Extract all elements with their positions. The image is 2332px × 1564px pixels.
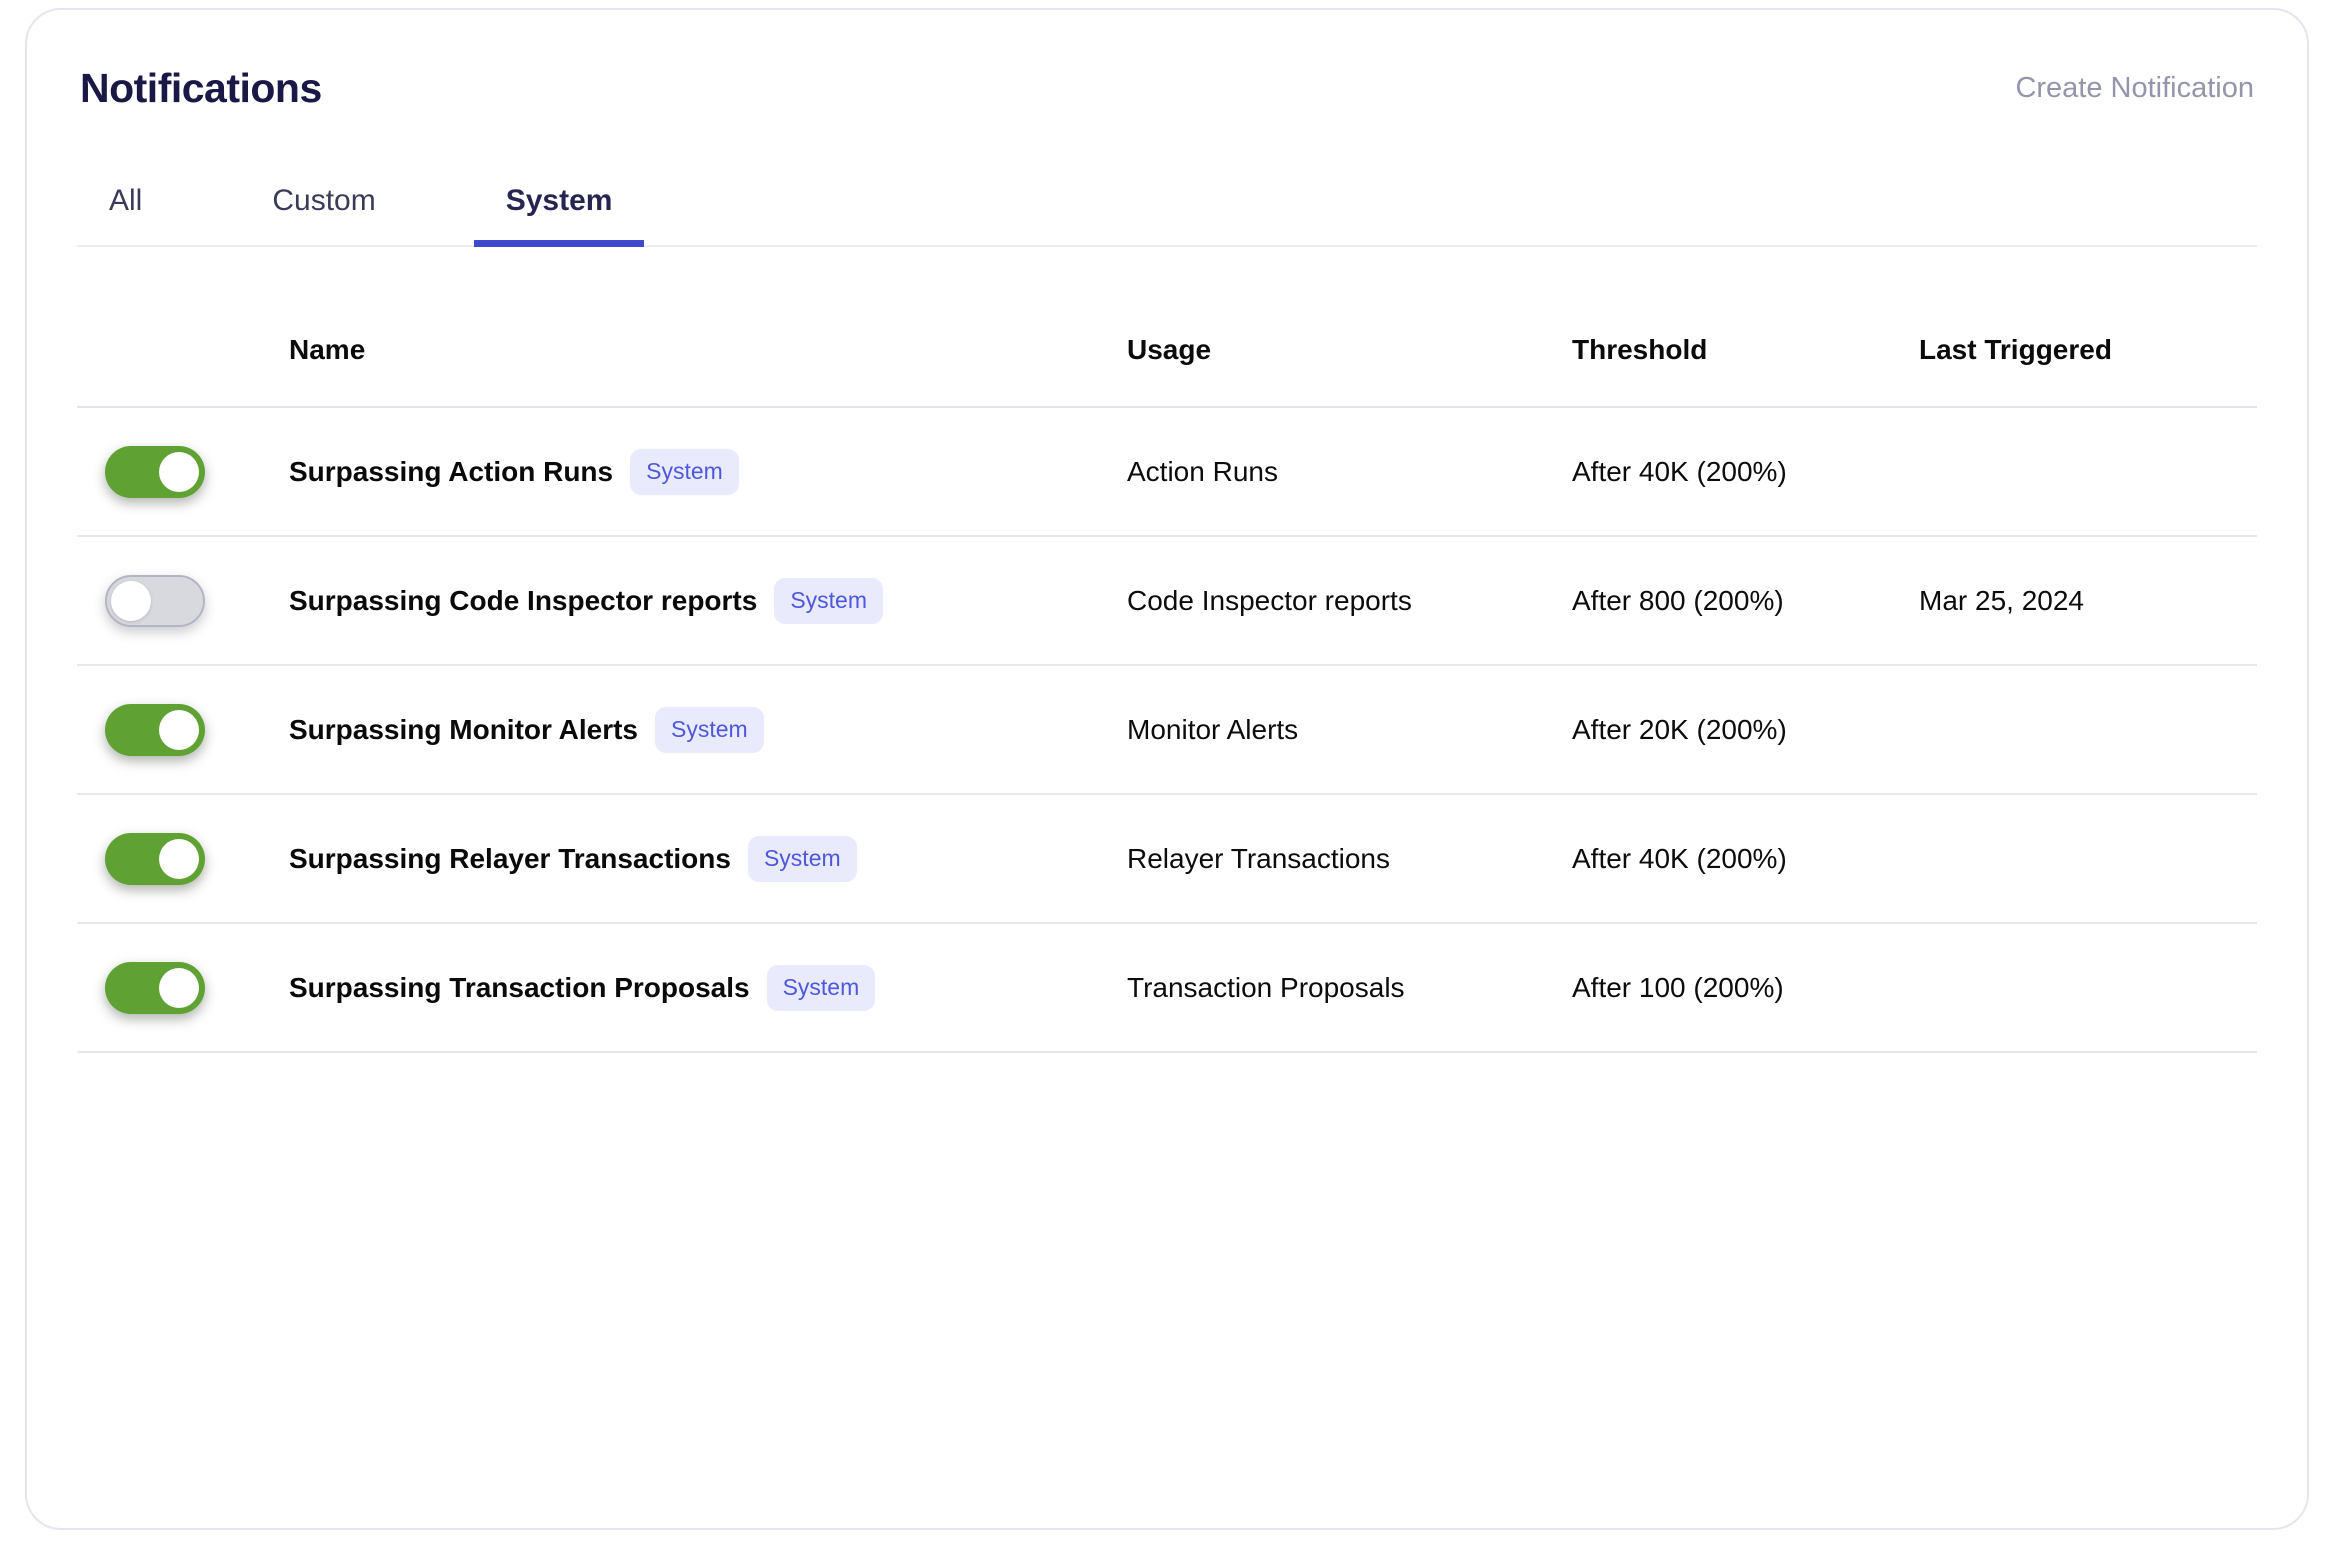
create-notification-button[interactable]: Create Notification — [2015, 72, 2254, 105]
threshold-cell: After 20K (200%) — [1572, 713, 1787, 745]
last-triggered-cell: Mar 25, 2024 — [1919, 584, 2084, 616]
usage-cell: Action Runs — [1127, 455, 1278, 487]
name-cell: Surpassing Code Inspector reports System — [289, 577, 1127, 624]
threshold-cell: After 40K (200%) — [1572, 455, 1787, 487]
notification-toggle[interactable] — [105, 832, 205, 885]
threshold-cell: After 800 (200%) — [1572, 584, 1784, 616]
system-badge: System — [774, 577, 884, 624]
usage-cell: Code Inspector reports — [1127, 584, 1412, 616]
name-cell: Surpassing Transaction Proposals System — [289, 964, 1127, 1011]
threshold-cell: After 40K (200%) — [1572, 842, 1787, 874]
usage-cell: Transaction Proposals — [1127, 971, 1405, 1003]
tab-bar: All Custom System — [77, 183, 2257, 247]
notification-toggle[interactable] — [105, 445, 205, 498]
notification-name: Surpassing Code Inspector reports — [289, 584, 758, 616]
system-badge: System — [747, 835, 857, 882]
tab-custom[interactable]: Custom — [240, 183, 407, 247]
column-header-usage: Usage — [1127, 334, 1212, 365]
system-badge: System — [655, 706, 764, 753]
toggle-cell — [77, 574, 289, 627]
table-body: Surpassing Action Runs System Action Run… — [77, 408, 2257, 1053]
toggle-cell — [77, 832, 289, 885]
table-header-row: Name Usage Threshold Last Triggered — [77, 247, 2257, 408]
notification-name: Surpassing Relayer Transactions — [289, 842, 731, 874]
notification-name: Surpassing Monitor Alerts — [289, 713, 639, 745]
name-cell: Surpassing Action Runs System — [289, 448, 1127, 495]
toggle-cell — [77, 445, 289, 498]
notification-name: Surpassing Transaction Proposals — [289, 971, 750, 1003]
name-cell: Surpassing Monitor Alerts System — [289, 706, 1127, 753]
table-row: Surpassing Transaction Proposals System … — [77, 924, 2257, 1053]
usage-cell: Monitor Alerts — [1127, 713, 1299, 745]
notifications-card: Notifications Create Notification All Cu… — [25, 8, 2309, 1530]
tab-system[interactable]: System — [473, 183, 645, 247]
system-badge: System — [630, 448, 739, 495]
page-title: Notifications — [80, 65, 322, 111]
toggle-cell — [77, 961, 289, 1014]
table-row: Surpassing Monitor Alerts System Monitor… — [77, 666, 2257, 795]
threshold-cell: After 100 (200%) — [1572, 971, 1784, 1003]
notification-toggle[interactable] — [105, 574, 205, 627]
notification-toggle[interactable] — [105, 961, 205, 1014]
toggle-cell — [77, 703, 289, 756]
column-header-name: Name — [289, 334, 366, 365]
toggle-knob — [159, 451, 199, 492]
toggle-knob — [159, 709, 199, 750]
name-cell: Surpassing Relayer Transactions System — [289, 835, 1127, 882]
usage-cell: Relayer Transactions — [1127, 842, 1391, 874]
toggle-knob — [111, 580, 151, 621]
table-row: Surpassing Code Inspector reports System… — [77, 537, 2257, 666]
notification-toggle[interactable] — [105, 703, 205, 756]
toggle-knob — [159, 967, 199, 1008]
card-header: Notifications Create Notification — [77, 64, 2257, 112]
notification-name: Surpassing Action Runs — [289, 455, 614, 487]
system-badge: System — [766, 964, 876, 1011]
tab-all[interactable]: All — [77, 183, 174, 247]
toggle-knob — [159, 838, 199, 879]
table-row: Surpassing Relayer Transactions System R… — [77, 795, 2257, 924]
column-header-threshold: Threshold — [1572, 334, 1708, 365]
column-header-last-triggered: Last Triggered — [1919, 334, 2112, 365]
table-row: Surpassing Action Runs System Action Run… — [77, 408, 2257, 537]
